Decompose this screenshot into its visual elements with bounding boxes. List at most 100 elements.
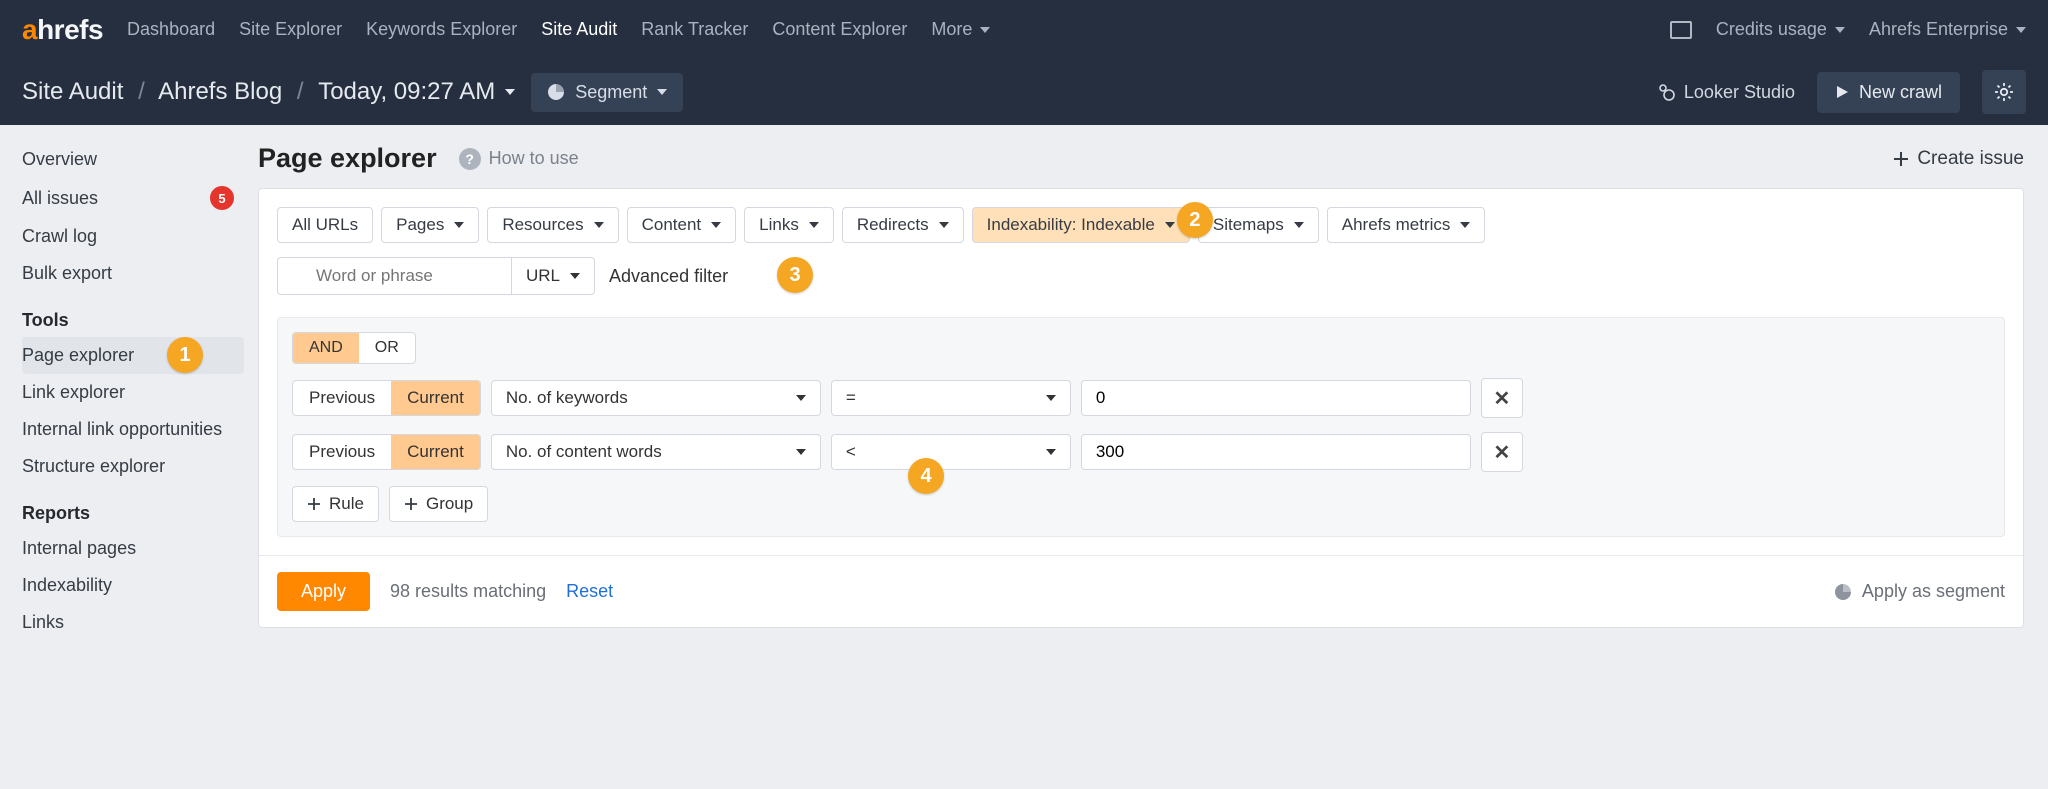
apply-button[interactable]: Apply (277, 572, 370, 611)
settings-button[interactable] (1982, 70, 2026, 114)
filter-tab-pages[interactable]: Pages (381, 207, 479, 243)
rule-row: Previous Current No. of content words < … (292, 432, 1990, 472)
sidebar-item-bulk-export[interactable]: Bulk export (22, 255, 244, 292)
chevron-down-icon (1165, 222, 1175, 228)
rule2-op-select[interactable]: < (831, 434, 1071, 470)
filter-tab-sitemaps[interactable]: Sitemaps (1198, 207, 1319, 243)
rule1-value-input[interactable] (1081, 380, 1471, 416)
chevron-down-icon (809, 222, 819, 228)
breadcrumb-timestamp[interactable]: Today, 09:27 AM (318, 78, 515, 106)
pie-icon (1834, 583, 1852, 601)
filter-tab-resources[interactable]: Resources (487, 207, 618, 243)
monitor-icon[interactable] (1670, 21, 1692, 39)
sidebar-item-link-explorer[interactable]: Link explorer (22, 374, 244, 411)
chevron-down-icon (796, 395, 806, 401)
chevron-down-icon (1046, 395, 1056, 401)
add-rule-button[interactable]: Rule (292, 486, 379, 522)
rule2-current[interactable]: Current (391, 435, 480, 469)
chevron-down-icon (505, 89, 515, 95)
chevron-down-icon (939, 222, 949, 228)
plus-icon (404, 497, 418, 511)
sidebar-item-internal-link-opp[interactable]: Internal link opportunities (22, 411, 244, 448)
looker-icon (1658, 83, 1676, 101)
chevron-down-icon (711, 222, 721, 228)
rule2-previous[interactable]: Previous (293, 435, 391, 469)
rule2-prev-curr[interactable]: Previous Current (292, 434, 481, 470)
rule-row: Previous Current No. of keywords = ✕ (292, 378, 1990, 418)
how-to-use-link[interactable]: ?How to use (459, 148, 579, 170)
chevron-down-icon (454, 222, 464, 228)
sidebar-item-structure-explorer[interactable]: Structure explorer (22, 448, 244, 485)
nav-site-audit[interactable]: Site Audit (541, 19, 617, 40)
plus-icon (1893, 151, 1909, 167)
callout-2: 2 (1177, 202, 1213, 238)
callout-4: 4 (908, 458, 944, 494)
chevron-down-icon (594, 222, 604, 228)
advanced-filter-label: Advanced filter (609, 266, 728, 287)
rule1-metric-select[interactable]: No. of keywords (491, 380, 821, 416)
chevron-down-icon (657, 89, 667, 95)
segment-button[interactable]: Segment (531, 73, 683, 112)
search-scope-select[interactable]: URL (511, 257, 595, 295)
callout-1: 1 (167, 337, 203, 373)
rule1-remove-button[interactable]: ✕ (1481, 378, 1523, 418)
nav-keywords-explorer[interactable]: Keywords Explorer (366, 19, 517, 40)
filter-tab-indexability[interactable]: Indexability: Indexable 2 (972, 207, 1190, 243)
pie-icon (547, 83, 565, 101)
sidebar-item-indexability[interactable]: Indexability (22, 567, 244, 604)
help-icon: ? (459, 148, 481, 170)
logic-or[interactable]: OR (359, 333, 415, 363)
filter-tab-redirects[interactable]: Redirects (842, 207, 964, 243)
filter-tab-all-urls[interactable]: All URLs (277, 207, 373, 243)
add-group-button[interactable]: Group (389, 486, 488, 522)
search-input[interactable] (277, 257, 511, 295)
breadcrumb-project[interactable]: Ahrefs Blog (158, 78, 282, 105)
rule2-value-input[interactable] (1081, 434, 1471, 470)
nav-credits[interactable]: Credits usage (1716, 19, 1845, 40)
breadcrumb: Site Audit / Ahrefs Blog / Today, 09:27 … (22, 78, 515, 106)
rule1-op-select[interactable]: = (831, 380, 1071, 416)
sidebar-item-overview[interactable]: Overview (22, 141, 244, 178)
chevron-down-icon (1046, 449, 1056, 455)
logic-toggle[interactable]: AND OR (292, 332, 416, 364)
nav-account[interactable]: Ahrefs Enterprise (1869, 19, 2026, 40)
logic-and[interactable]: AND (293, 333, 359, 363)
chevron-down-icon (1835, 27, 1845, 33)
looker-studio-link[interactable]: Looker Studio (1658, 82, 1795, 103)
sidebar-item-links[interactable]: Links (22, 604, 244, 641)
callout-3: 3 (777, 257, 813, 293)
filter-tab-ahrefs-metrics[interactable]: Ahrefs metrics (1327, 207, 1486, 243)
play-icon (1835, 85, 1849, 99)
breadcrumb-root[interactable]: Site Audit (22, 78, 123, 105)
nav-more[interactable]: More (931, 19, 990, 40)
nav-site-explorer[interactable]: Site Explorer (239, 19, 342, 40)
rule2-metric-select[interactable]: No. of content words (491, 434, 821, 470)
logo[interactable]: ahrefs (22, 14, 103, 46)
nav-dashboard[interactable]: Dashboard (127, 19, 215, 40)
issues-count-badge: 5 (210, 186, 234, 210)
filter-tab-links[interactable]: Links (744, 207, 834, 243)
chevron-down-icon (2016, 27, 2026, 33)
nav-rank-tracker[interactable]: Rank Tracker (641, 19, 748, 40)
reset-link[interactable]: Reset (566, 581, 613, 602)
rule1-current[interactable]: Current (391, 381, 480, 415)
sidebar-item-internal-pages[interactable]: Internal pages (22, 530, 244, 567)
rule2-remove-button[interactable]: ✕ (1481, 432, 1523, 472)
apply-as-segment-button[interactable]: Apply as segment (1834, 581, 2005, 602)
new-crawl-button[interactable]: New crawl (1817, 72, 1960, 113)
chevron-down-icon (1460, 222, 1470, 228)
nav-content-explorer[interactable]: Content Explorer (772, 19, 907, 40)
sidebar-heading-reports: Reports (22, 485, 244, 530)
gear-icon (1994, 82, 2014, 102)
sidebar-heading-tools: Tools (22, 292, 244, 337)
rule1-prev-curr[interactable]: Previous Current (292, 380, 481, 416)
sidebar-item-all-issues[interactable]: All issues5 (22, 178, 244, 218)
plus-icon (307, 497, 321, 511)
sidebar-item-crawl-log[interactable]: Crawl log (22, 218, 244, 255)
filter-tab-content[interactable]: Content (627, 207, 737, 243)
rule1-previous[interactable]: Previous (293, 381, 391, 415)
results-count: 98 results matching (390, 581, 546, 602)
chevron-down-icon (570, 273, 580, 279)
create-issue-button[interactable]: Create issue (1893, 148, 2024, 170)
sidebar-item-page-explorer[interactable]: Page explorer (22, 337, 244, 374)
